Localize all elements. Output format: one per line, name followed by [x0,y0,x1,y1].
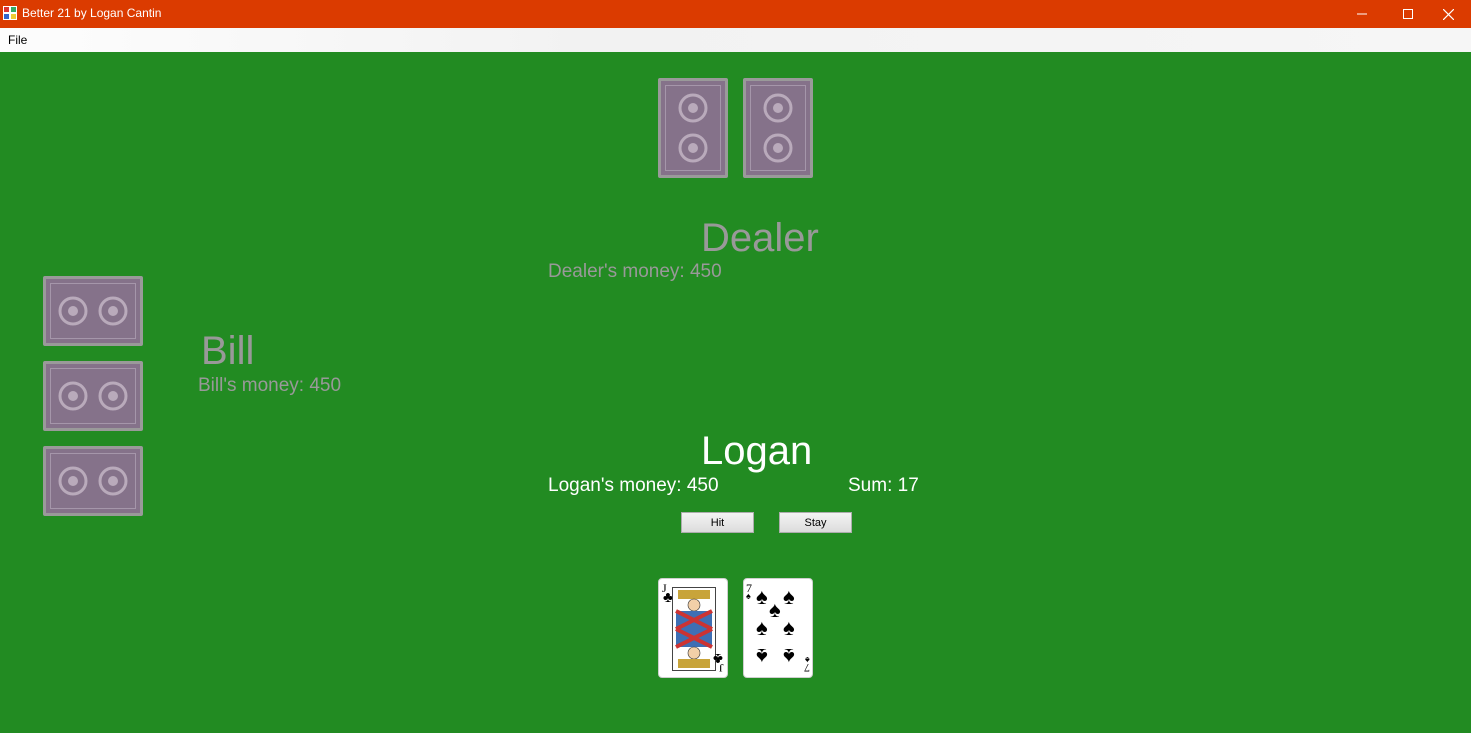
card-rank-bottom: J [719,661,724,675]
dealer-name: Dealer [701,216,819,260]
spade-icon: ♠ [756,644,768,669]
card-back-pattern-icon [763,93,793,163]
hit-button[interactable]: Hit [681,512,754,533]
spade-icon: ♠ [756,584,768,609]
card-back-pattern-icon [58,381,128,411]
player-sum: Sum: 17 [848,475,919,496]
minimize-icon [1357,13,1367,15]
spade-icon: ♠ [783,584,795,609]
spade-icon: ♠ [756,615,768,640]
spade-icon: ♠ [783,644,795,669]
bill-name: Bill [201,329,255,373]
card-rank-bottom: 7 [804,661,810,675]
stay-button[interactable]: Stay [779,512,852,533]
window-title: Better 21 by Logan Cantin [22,6,162,20]
minimize-button[interactable] [1339,0,1385,28]
bill-money: Bill's money: 450 [198,375,342,396]
spade-icon: ♠ [783,615,795,640]
jack-portrait-icon [672,587,716,671]
close-button[interactable] [1425,0,1471,28]
card-back-pattern-icon [58,466,128,496]
bill-card-1 [43,276,143,346]
spade-icon: ♠ [746,591,751,601]
bill-card-2 [43,361,143,431]
card-back-pattern-icon [58,296,128,326]
player-card-2: 7 ♠ ♠ ♠ ♠ ♠ ♠ ♠ ♠ ♠ 7 [743,578,813,678]
menu-bar: File [0,28,1471,52]
card-back-pattern-icon [678,93,708,163]
dealer-money: Dealer's money: 450 [548,261,722,282]
app-icon [3,6,17,20]
dealer-card-2 [743,78,813,178]
close-icon [1442,8,1454,20]
game-table: Dealer Dealer's money: 450 Bill Bill's m… [0,52,1471,733]
spade-icon: ♠ [769,597,781,622]
player-card-1: J ♣ ♣ J [658,578,728,678]
dealer-card-1 [658,78,728,178]
title-bar: Better 21 by Logan Cantin [0,0,1471,28]
maximize-icon [1403,9,1413,19]
menu-file[interactable]: File [8,33,27,47]
bill-card-3 [43,446,143,516]
player-name: Logan [701,429,813,473]
player-money: Logan's money: 450 [548,475,719,496]
